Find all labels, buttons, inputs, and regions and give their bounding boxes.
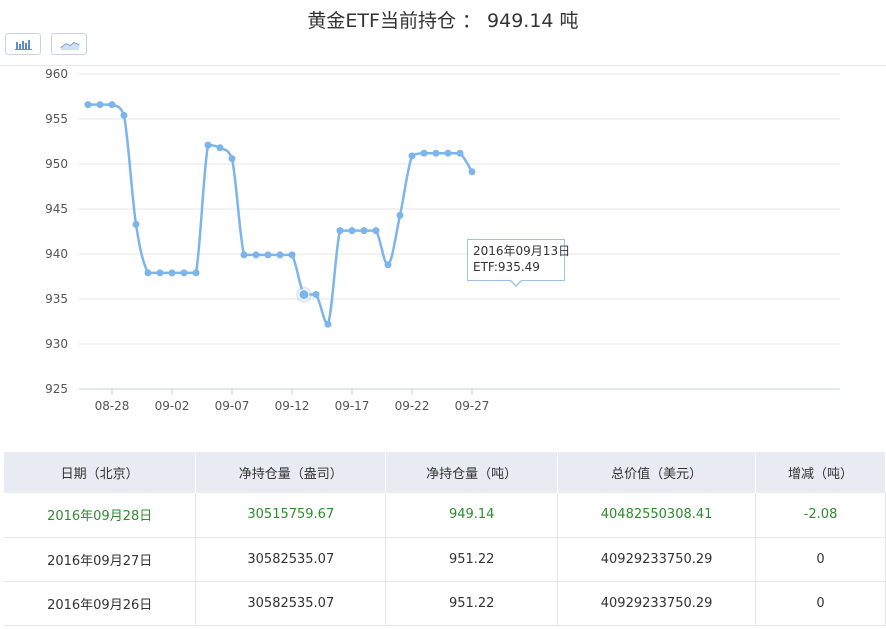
cell-date: 2016年09月27日 xyxy=(4,537,197,582)
column-header-total-value[interactable]: 总价值（美元） xyxy=(557,452,757,493)
cell-ounces: 30582535.07 xyxy=(195,537,387,582)
series-line xyxy=(86,103,474,326)
line-chart-icon xyxy=(60,42,80,50)
data-point xyxy=(120,111,128,119)
y-tick-label: 925 xyxy=(45,382,68,396)
data-point xyxy=(324,320,332,328)
cell-total-value: 40482550308.41 xyxy=(557,493,757,538)
table-row: 2016年09月28日 30515759.67 949.14 404825503… xyxy=(4,493,886,538)
data-point xyxy=(408,152,416,160)
data-point xyxy=(432,149,440,157)
cell-change: 0 xyxy=(755,581,886,626)
data-point-hovered xyxy=(298,289,310,301)
table-header-row: 日期（北京） 净持仓量（盎司） 净持仓量（吨） 总价值（美元） 增减（吨） xyxy=(4,452,886,493)
x-tick-label: 09-07 xyxy=(215,399,250,413)
holdings-table: 日期（北京） 净持仓量（盎司） 净持仓量（吨） 总价值（美元） 增减（吨） 20… xyxy=(4,452,886,626)
cell-date: 2016年09月28日 xyxy=(4,493,197,538)
data-point xyxy=(156,269,164,277)
tooltip-date: 2016年09月13日 xyxy=(473,244,571,258)
x-tick-label: 09-02 xyxy=(155,399,190,413)
data-point xyxy=(396,211,404,219)
y-tick-label: 955 xyxy=(45,112,68,126)
point-layer xyxy=(84,101,476,328)
column-header-change[interactable]: 增减（吨） xyxy=(755,452,886,493)
data-point xyxy=(132,220,140,228)
data-point xyxy=(216,144,224,152)
data-point xyxy=(456,149,464,157)
cell-ounces: 30582535.07 xyxy=(195,581,387,626)
data-point xyxy=(336,227,344,235)
data-point xyxy=(276,251,284,259)
cell-tons: 951.22 xyxy=(385,581,559,626)
data-point xyxy=(108,101,116,109)
x-tick-label: 09-27 xyxy=(455,399,490,413)
gold-etf-line-chart: 925 930 935 940 945 950 955 960 08-28 09-02 09-07 0… xyxy=(45,67,840,413)
data-point xyxy=(204,141,212,149)
data-point xyxy=(468,168,476,176)
y-tick-label: 930 xyxy=(45,337,68,351)
y-tick-label: 950 xyxy=(45,157,68,171)
cell-total-value: 40929233750.29 xyxy=(557,581,757,626)
y-tick-label: 935 xyxy=(45,292,68,306)
x-tick-label: 08-28 xyxy=(95,399,130,413)
data-point xyxy=(360,227,368,235)
column-header-tons[interactable]: 净持仓量（吨） xyxy=(385,452,559,493)
table-row: 2016年09月27日 30582535.07 951.22 409292337… xyxy=(4,537,886,582)
y-tick-label: 940 xyxy=(45,247,68,261)
column-header-date[interactable]: 日期（北京） xyxy=(4,452,197,493)
cell-tons: 949.14 xyxy=(385,493,559,538)
y-tick-label: 945 xyxy=(45,202,68,216)
line-chart-toggle-button[interactable] xyxy=(51,33,87,55)
data-point xyxy=(228,155,236,163)
x-tick-label: 09-22 xyxy=(395,399,430,413)
data-point xyxy=(84,101,92,109)
data-point xyxy=(180,269,188,277)
x-tick-label: 09-17 xyxy=(335,399,370,413)
table-row: 2016年09月26日 30582535.07 951.22 409292337… xyxy=(4,581,886,626)
data-point xyxy=(288,251,296,259)
data-point xyxy=(252,251,260,259)
y-tick-label: 960 xyxy=(45,67,68,81)
column-header-ounces[interactable]: 净持仓量（盎司） xyxy=(195,452,387,493)
data-point xyxy=(384,261,392,269)
x-tick-label: 09-12 xyxy=(275,399,310,413)
data-point xyxy=(96,101,104,109)
data-point xyxy=(192,269,200,277)
page-title: 黄金ETF当前持仓 ： 949.14 吨 xyxy=(307,10,579,32)
cell-tons: 951.22 xyxy=(385,537,559,582)
data-point xyxy=(372,227,380,235)
chart-tooltip: 2016年09月13日 ETF:935.49 xyxy=(467,239,571,281)
grid-layer xyxy=(79,73,840,345)
cell-date: 2016年09月26日 xyxy=(4,581,197,626)
data-point xyxy=(312,291,320,298)
data-point xyxy=(444,149,452,157)
cell-ounces: 30515759.67 xyxy=(195,493,387,538)
data-point xyxy=(144,269,152,277)
cell-change: 0 xyxy=(755,537,886,582)
data-point xyxy=(348,227,356,235)
bar-chart-toggle-button[interactable] xyxy=(5,33,41,55)
bar-chart-icon xyxy=(15,40,32,50)
tooltip-value: ETF:935.49 xyxy=(473,260,540,274)
data-point xyxy=(420,149,428,157)
tooltip-arrow-fill xyxy=(510,279,522,285)
data-point xyxy=(240,251,248,259)
data-point xyxy=(168,269,176,277)
cell-change: -2.08 xyxy=(755,493,886,538)
cell-total-value: 40929233750.29 xyxy=(557,537,757,582)
data-point xyxy=(264,251,272,259)
